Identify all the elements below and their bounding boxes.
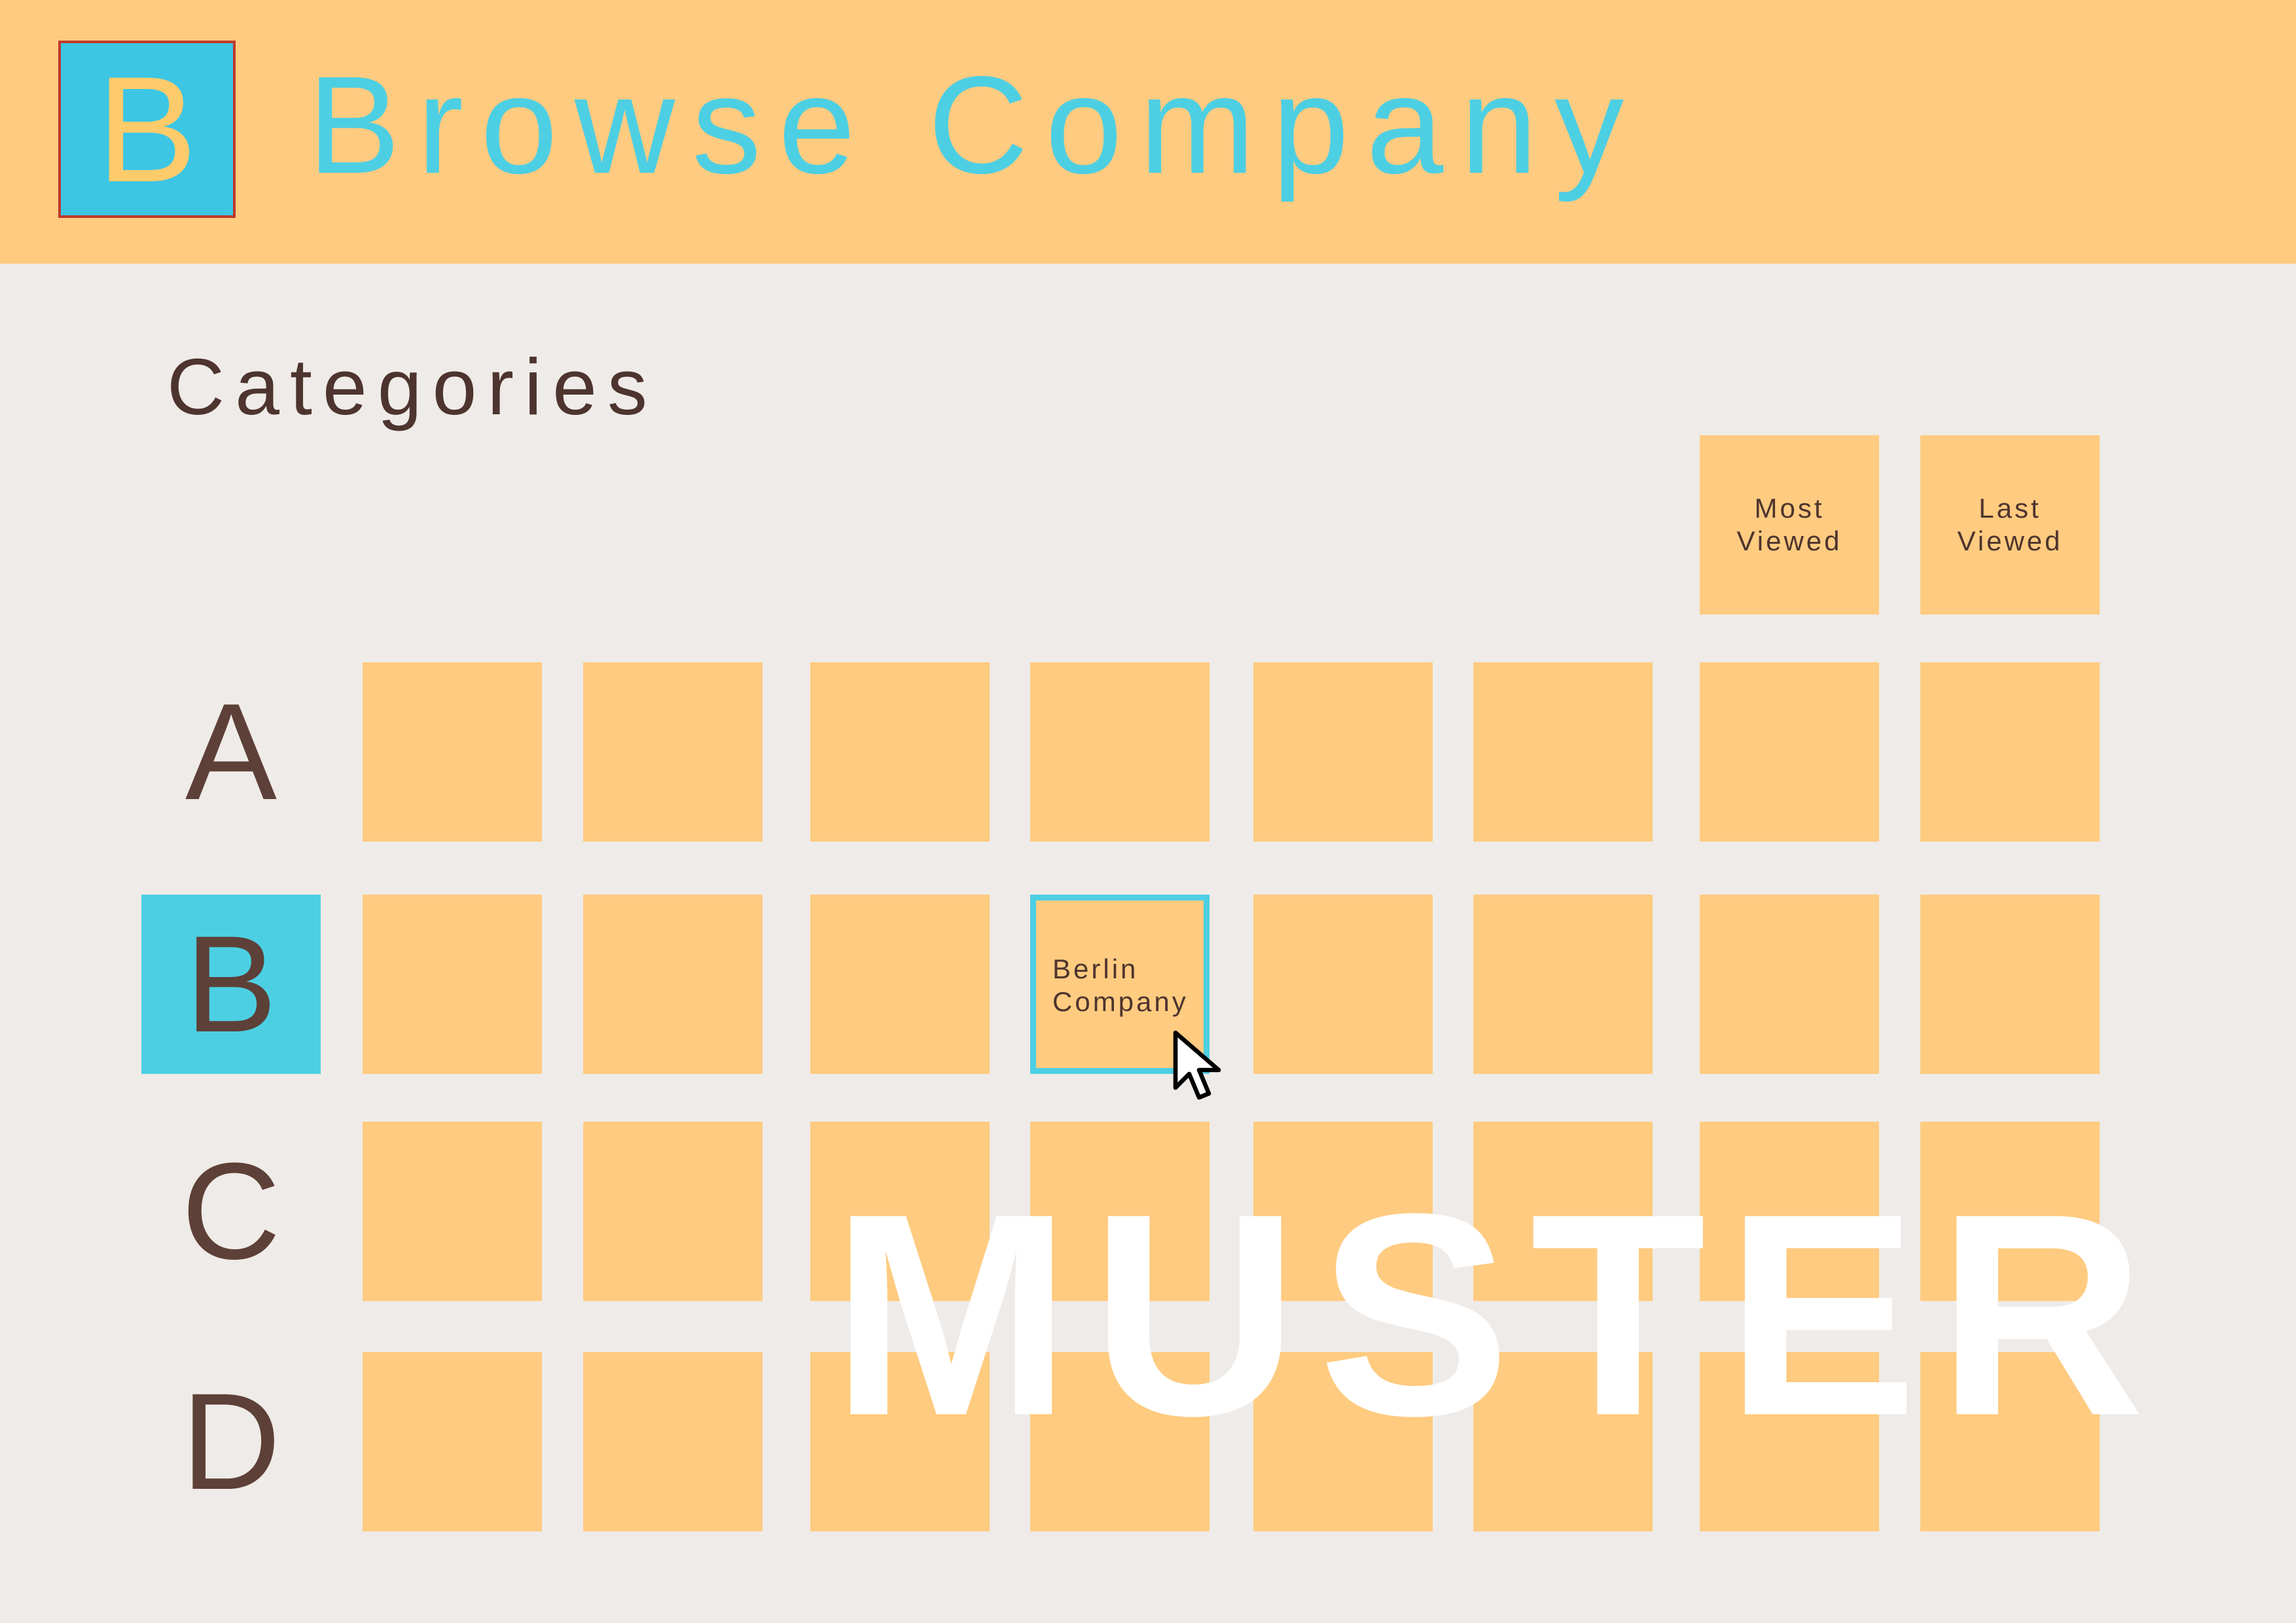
last-viewed-button[interactable]: Last Viewed bbox=[1920, 435, 2100, 615]
company-tile[interactable] bbox=[583, 662, 762, 842]
company-tile[interactable] bbox=[810, 895, 990, 1074]
row-letter-a[interactable]: A bbox=[141, 662, 321, 842]
company-tile[interactable] bbox=[810, 662, 990, 842]
company-tile[interactable] bbox=[1700, 662, 1879, 842]
company-tile[interactable] bbox=[363, 1352, 542, 1531]
app-header: B Browse Company bbox=[0, 0, 2296, 264]
row-letter-d[interactable]: D bbox=[141, 1352, 321, 1531]
company-tile[interactable] bbox=[1253, 895, 1433, 1074]
company-tile[interactable] bbox=[1700, 895, 1879, 1074]
company-tile[interactable] bbox=[363, 1122, 542, 1301]
logo-letter: B bbox=[96, 45, 198, 213]
mouse-pointer-icon bbox=[1173, 1030, 1221, 1100]
company-tile[interactable] bbox=[1030, 662, 1210, 842]
muster-watermark: MUSTER bbox=[831, 1154, 2165, 1476]
row-letter-c[interactable]: C bbox=[141, 1122, 321, 1301]
company-tile[interactable] bbox=[1920, 662, 2100, 842]
company-tile[interactable] bbox=[583, 1122, 762, 1301]
company-tile[interactable] bbox=[1473, 662, 1653, 842]
app-logo[interactable]: B bbox=[58, 41, 236, 218]
categories-heading: Categories bbox=[167, 342, 658, 431]
most-viewed-button[interactable]: Most Viewed bbox=[1700, 435, 1879, 615]
browse-company-screen: B Browse Company Categories Most Viewed … bbox=[0, 0, 2296, 1623]
company-tile[interactable] bbox=[363, 895, 542, 1074]
company-tile[interactable] bbox=[1473, 895, 1653, 1074]
company-tile[interactable] bbox=[1253, 662, 1433, 842]
company-tile[interactable] bbox=[363, 662, 542, 842]
company-tile[interactable] bbox=[583, 1352, 762, 1531]
app-title: Browse Company bbox=[308, 47, 1641, 202]
row-letter-b[interactable]: B bbox=[141, 895, 321, 1074]
company-tile-label: Berlin Company bbox=[1052, 954, 1189, 1018]
company-tile[interactable] bbox=[1920, 895, 2100, 1074]
company-tile[interactable] bbox=[583, 895, 762, 1074]
